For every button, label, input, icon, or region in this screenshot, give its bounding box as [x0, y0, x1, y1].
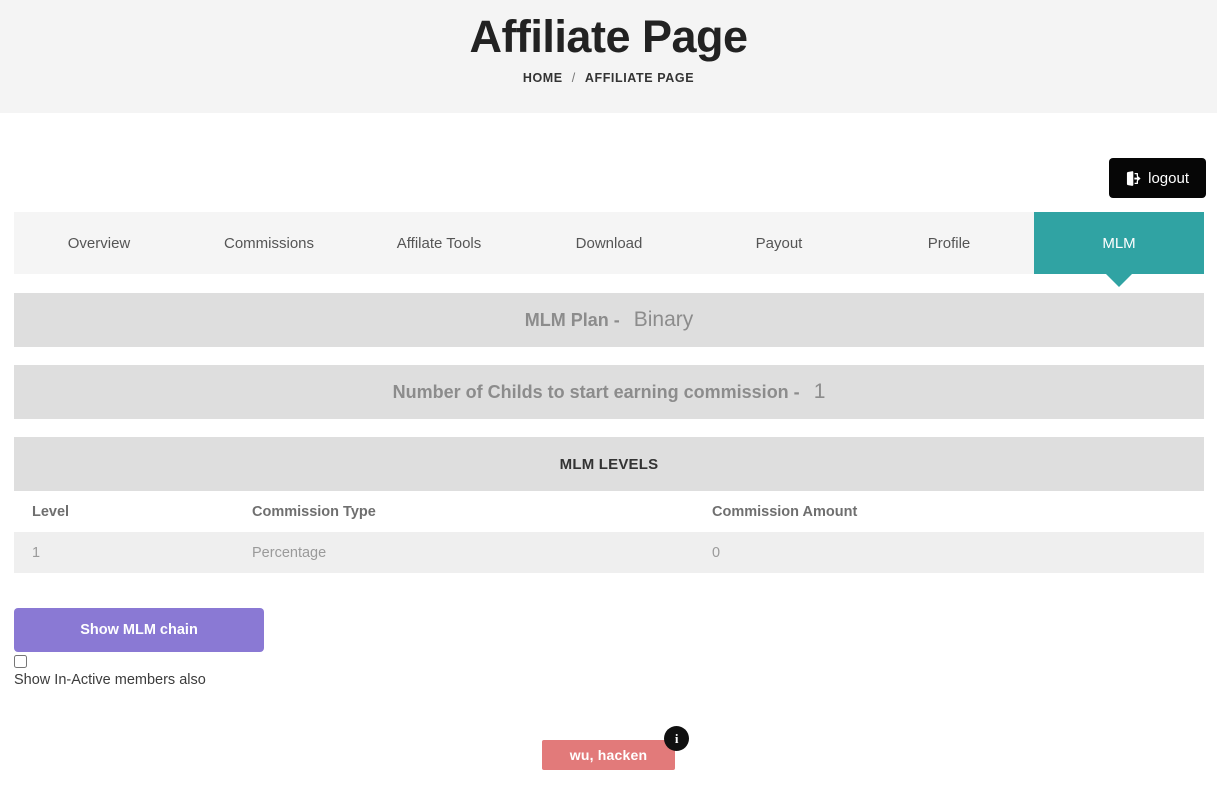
tab-commissions[interactable]: Commissions: [184, 212, 354, 274]
table-head: Level Commission Type Commission Amount: [14, 491, 1204, 532]
tab-commissions-label: Commissions: [223, 234, 314, 252]
breadcrumb-current: AFFILIATE PAGE: [584, 71, 695, 86]
tab-mlm-label: MLM: [1102, 234, 1136, 252]
tab-profile[interactable]: Profile: [864, 212, 1034, 274]
show-mlm-chain-button[interactable]: Show MLM chain: [14, 608, 264, 652]
table-header-row: Level Commission Type Commission Amount: [14, 491, 1204, 532]
affiliate-tabs: Overview Commissions Affilate Tools Down…: [14, 212, 1204, 274]
cell-commission-amount: 0: [712, 544, 721, 561]
childs-threshold-label: Number of Childs to start earning commis…: [392, 381, 800, 402]
mlm-chain-area: wu, hacken i: [0, 726, 1217, 770]
childs-threshold-band: Number of Childs to start earning commis…: [14, 365, 1204, 419]
breadcrumb-separator: /: [571, 71, 576, 86]
tab-payout-label: Payout: [755, 234, 803, 252]
logout-container: logout: [1109, 158, 1206, 198]
mlm-levels-band: MLM LEVELS: [14, 437, 1204, 491]
table-body: 1 Percentage 0: [14, 532, 1204, 573]
logout-button[interactable]: logout: [1109, 158, 1206, 198]
page-title: Affiliate Page: [469, 11, 748, 62]
tab-overview[interactable]: Overview: [14, 212, 184, 274]
mlm-plan-band: MLM Plan - Binary: [14, 293, 1204, 347]
tab-overview-label: Overview: [67, 234, 131, 252]
mlm-chain-node[interactable]: wu, hacken i: [541, 726, 690, 770]
tab-profile-label: Profile: [927, 234, 971, 252]
tab-mlm[interactable]: MLM: [1034, 212, 1204, 274]
column-header-level: Level: [14, 491, 234, 532]
tab-affilate-tools[interactable]: Affilate Tools: [354, 212, 524, 274]
cell-commission-type: Percentage: [252, 544, 327, 561]
breadcrumb: HOME / AFFILIATE PAGE: [523, 71, 694, 85]
page-header: Affiliate Page HOME / AFFILIATE PAGE: [0, 0, 1217, 113]
show-inactive-checkbox[interactable]: [14, 655, 27, 668]
tab-affilate-tools-label: Affilate Tools: [396, 234, 482, 252]
table-row: 1 Percentage 0: [14, 532, 1204, 573]
childs-threshold-value: 1: [813, 380, 826, 403]
cell-level: 1: [32, 544, 41, 561]
mlm-plan-label: MLM Plan -: [524, 309, 620, 330]
tab-download[interactable]: Download: [524, 212, 694, 274]
tab-payout[interactable]: Payout: [694, 212, 864, 274]
mlm-plan-value: Binary: [633, 308, 694, 331]
sign-out-icon: [1126, 170, 1141, 186]
tab-download-label: Download: [575, 234, 643, 252]
show-inactive-label: Show In-Active members also: [14, 672, 206, 688]
column-header-commission-amount: Commission Amount: [694, 491, 1204, 532]
breadcrumb-home[interactable]: HOME: [523, 71, 563, 85]
mlm-levels-title: MLM LEVELS: [559, 455, 659, 473]
info-icon[interactable]: i: [664, 726, 690, 751]
logout-label: logout: [1148, 169, 1189, 187]
column-header-commission-type: Commission Type: [234, 491, 694, 532]
mlm-levels-table: Level Commission Type Commission Amount …: [14, 491, 1204, 573]
mlm-node-label[interactable]: wu, hacken: [541, 740, 676, 770]
show-inactive-container: Show In-Active members also: [14, 655, 206, 688]
